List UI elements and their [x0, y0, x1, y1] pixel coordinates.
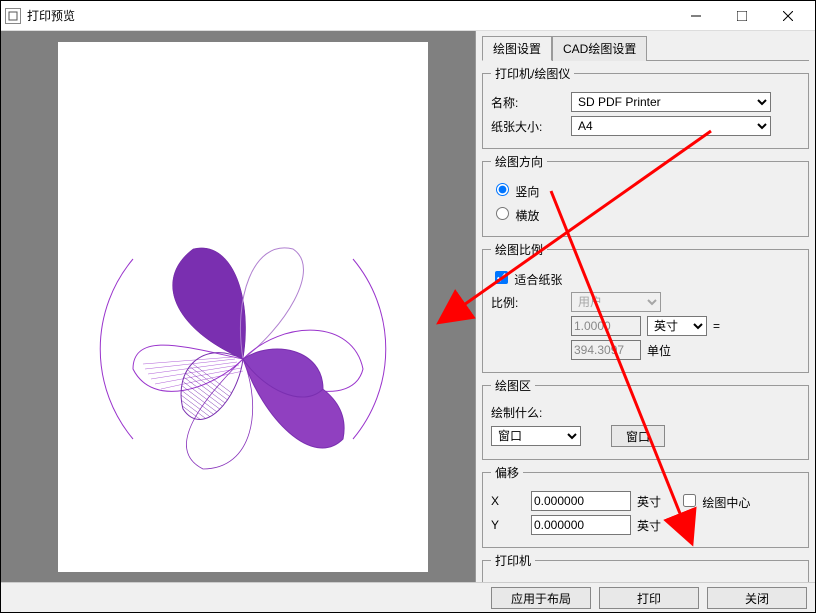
- preview-paper: [58, 42, 428, 572]
- paper-size-label: 纸张大小:: [491, 118, 571, 135]
- scale-bottom-unit: 单位: [647, 342, 671, 359]
- scale-ratio-select[interactable]: 用户: [571, 292, 661, 312]
- close-dialog-button[interactable]: 关闭: [707, 587, 807, 609]
- print-button[interactable]: 打印: [599, 587, 699, 609]
- window-title: 打印预览: [27, 7, 673, 24]
- offset-center[interactable]: 绘图中心: [679, 491, 750, 511]
- printer-legend: 打印机/绘图仪: [491, 65, 574, 82]
- settings-pane: 绘图设置 CAD绘图设置 打印机/绘图仪 名称: SD PDF Printer …: [475, 31, 815, 582]
- scale-top-input[interactable]: [571, 316, 641, 336]
- add-timestamp[interactable]: 添加时间戳: [491, 579, 574, 582]
- offset-center-label: 绘图中心: [702, 496, 750, 510]
- area-what-select[interactable]: 窗口: [491, 426, 581, 446]
- area-group: 绘图区 绘制什么: 窗口 窗口: [482, 377, 809, 460]
- orientation-landscape[interactable]: 横放: [491, 204, 539, 224]
- offset-y-label: Y: [491, 518, 531, 532]
- scale-top-unit-select[interactable]: 英寸: [647, 316, 707, 336]
- fit-to-paper-checkbox[interactable]: [495, 271, 508, 284]
- titlebar: 打印预览: [1, 1, 815, 31]
- minimize-button[interactable]: [673, 1, 719, 31]
- offset-center-checkbox[interactable]: [683, 494, 696, 507]
- area-window-button[interactable]: 窗口: [611, 425, 665, 447]
- area-what-label: 绘制什么:: [491, 404, 542, 421]
- offset-group: 偏移 X 英寸 绘图中心 Y 英寸: [482, 464, 809, 548]
- apply-layout-button[interactable]: 应用于布局: [491, 587, 591, 609]
- timestamp-legend: 打印机: [491, 552, 535, 569]
- orientation-portrait[interactable]: 竖向: [491, 180, 539, 200]
- drawing-preview: [83, 189, 403, 509]
- close-button[interactable]: [765, 1, 811, 31]
- orientation-landscape-radio[interactable]: [496, 207, 509, 220]
- orientation-group: 绘图方向 竖向 横放: [482, 153, 809, 237]
- tab-row: 绘图设置 CAD绘图设置: [482, 35, 809, 61]
- offset-y-unit: 英寸: [637, 517, 661, 534]
- offset-x-label: X: [491, 494, 531, 508]
- preview-pane: [1, 31, 475, 582]
- printer-group: 打印机/绘图仪 名称: SD PDF Printer 纸张大小: A4: [482, 65, 809, 149]
- paper-size-select[interactable]: A4: [571, 116, 771, 136]
- printer-name-label: 名称:: [491, 94, 571, 111]
- timestamp-group: 打印机 添加时间戳: [482, 552, 809, 582]
- maximize-button[interactable]: [719, 1, 765, 31]
- scale-group: 绘图比例 适合纸张 比例: 用户 英寸 =: [482, 241, 809, 373]
- orientation-landscape-label: 横放: [515, 209, 539, 223]
- scale-equals: =: [713, 319, 720, 333]
- tab-cad-draw-settings[interactable]: CAD绘图设置: [552, 36, 647, 61]
- orientation-portrait-label: 竖向: [515, 185, 539, 199]
- offset-y-input[interactable]: [531, 515, 631, 535]
- area-legend: 绘图区: [491, 377, 535, 394]
- app-icon: [5, 8, 21, 24]
- offset-legend: 偏移: [491, 464, 523, 481]
- scale-legend: 绘图比例: [491, 241, 547, 258]
- orientation-legend: 绘图方向: [491, 153, 547, 170]
- fit-to-paper[interactable]: 适合纸张: [491, 268, 562, 288]
- orientation-portrait-radio[interactable]: [496, 183, 509, 196]
- offset-x-input[interactable]: [531, 491, 631, 511]
- offset-x-unit: 英寸: [637, 493, 661, 510]
- scale-bottom-input[interactable]: [571, 340, 641, 360]
- tab-draw-settings[interactable]: 绘图设置: [482, 36, 552, 61]
- scale-ratio-label: 比例:: [491, 294, 571, 311]
- printer-name-select[interactable]: SD PDF Printer: [571, 92, 771, 112]
- bottom-bar: 应用于布局 打印 关闭: [1, 582, 815, 612]
- fit-to-paper-label: 适合纸张: [514, 273, 562, 287]
